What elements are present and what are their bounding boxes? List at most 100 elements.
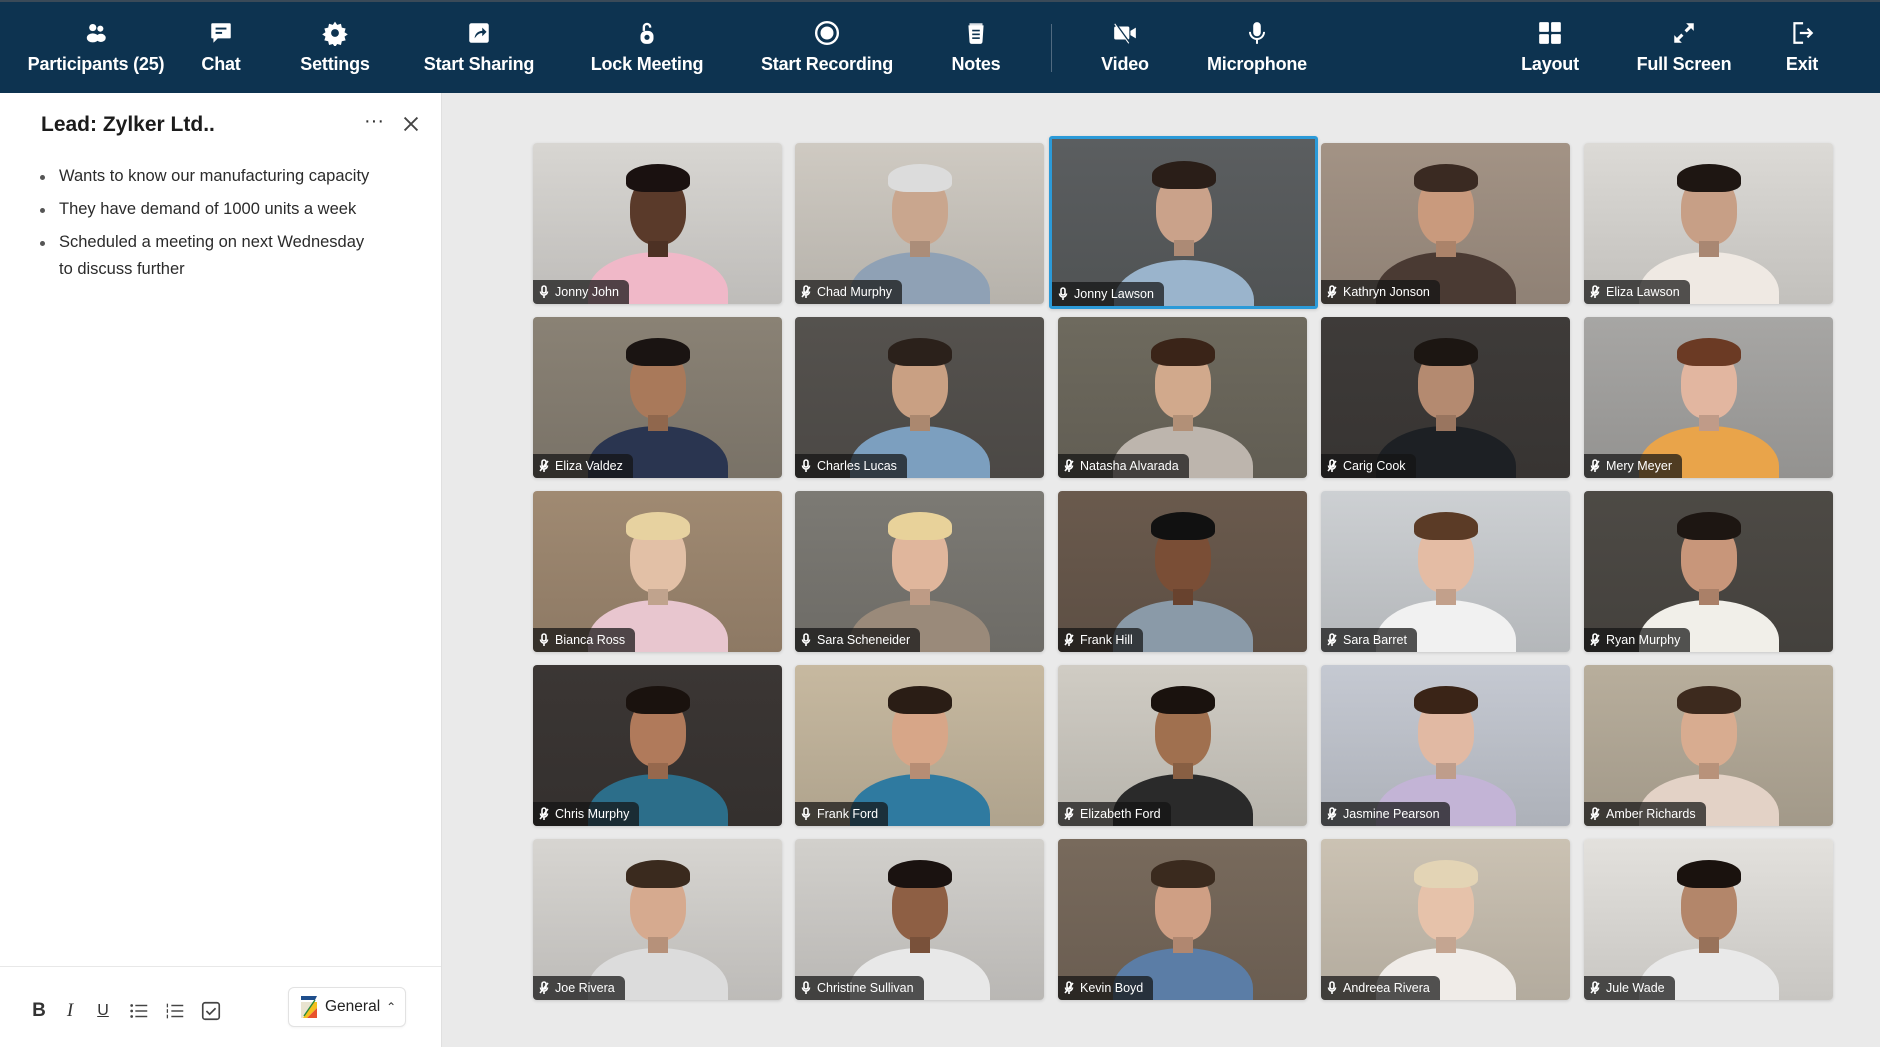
participant-tile[interactable]: Chris Murphy [533, 665, 782, 826]
participant-tile[interactable]: Kathryn Jonson [1321, 143, 1570, 304]
participant-name: Frank Ford [817, 807, 879, 821]
participant-name: Kathryn Jonson [1343, 285, 1430, 299]
participant-tile[interactable]: Frank Hill [1058, 491, 1307, 652]
grid-layout-icon [1535, 18, 1565, 48]
participant-tile[interactable]: Jule Wade [1584, 839, 1833, 1000]
mic-muted-icon [1064, 633, 1074, 646]
participant-tile[interactable]: Eliza Lawson [1584, 143, 1833, 304]
lock-meeting-button[interactable]: Lock Meeting [590, 2, 704, 95]
participant-name: Kevin Boyd [1080, 981, 1144, 995]
participant-tile[interactable]: Elizabeth Ford [1058, 665, 1307, 826]
participant-tile[interactable]: Jonny Lawson [1049, 136, 1318, 309]
participant-tile[interactable]: Bianca Ross [533, 491, 782, 652]
mic-muted-icon [1064, 459, 1074, 472]
participant-tile[interactable]: Eliza Valdez [533, 317, 782, 478]
mic-muted-icon [1327, 633, 1337, 646]
start-recording-button[interactable]: Start Recording [761, 2, 893, 95]
chat-icon [206, 18, 236, 48]
bullet-list-button[interactable] [128, 999, 150, 1023]
exit-button[interactable]: Exit [1782, 2, 1822, 95]
note-item[interactable]: Scheduled a meeting on next Wednesday to… [38, 229, 368, 283]
underline-button[interactable]: U [94, 999, 112, 1023]
participant-name-tag: Christine Sullivan [795, 976, 924, 1000]
settings-button[interactable]: Settings [296, 2, 374, 95]
participant-name: Frank Hill [1080, 633, 1133, 647]
participant-name: Carig Cook [1343, 459, 1406, 473]
participant-tile[interactable]: Chad Murphy [795, 143, 1044, 304]
mic-muted-icon [1064, 807, 1074, 820]
participant-tile[interactable]: Kevin Boyd [1058, 839, 1307, 1000]
participant-name-tag: Eliza Lawson [1584, 280, 1690, 304]
exit-icon [1787, 18, 1817, 48]
participant-tile[interactable]: Charles Lucas [795, 317, 1044, 478]
italic-button[interactable]: I [62, 999, 78, 1023]
mic-muted-icon [539, 981, 549, 994]
notes-label: Notes [951, 54, 1001, 74]
participant-name-tag: Kathryn Jonson [1321, 280, 1440, 304]
participant-name-tag: Sara Barret [1321, 628, 1417, 652]
start-sharing-button[interactable]: Start Sharing [424, 2, 534, 95]
participant-name-tag: Carig Cook [1321, 454, 1416, 478]
checklist-button[interactable] [200, 999, 222, 1023]
microphone-label: Microphone [1207, 54, 1307, 74]
participant-name-tag: Eliza Valdez [533, 454, 633, 478]
participant-tile[interactable]: Sara Barret [1321, 491, 1570, 652]
mic-muted-icon [1590, 459, 1600, 472]
participant-name-tag: Jonny Lawson [1052, 282, 1164, 306]
video-button[interactable]: Video [1094, 2, 1156, 95]
gear-icon [320, 18, 350, 48]
mic-muted-icon [1327, 459, 1337, 472]
participant-name: Ryan Murphy [1606, 633, 1681, 647]
note-item[interactable]: Wants to know our manufacturing capacity [38, 163, 418, 190]
microphone-icon [539, 633, 549, 646]
participant-tile[interactable]: Amber Richards [1584, 665, 1833, 826]
more-options-button[interactable]: ··· [360, 110, 388, 138]
participant-name-tag: Bianca Ross [533, 628, 636, 652]
notes-button[interactable]: Notes [946, 2, 1006, 95]
notes-list[interactable]: Wants to know our manufacturing capacity… [38, 163, 418, 289]
module-selected-label: General [325, 998, 381, 1015]
participant-tile[interactable]: Joe Rivera [533, 839, 782, 1000]
start-sharing-label: Start Sharing [423, 54, 535, 74]
participant-name: Charles Lucas [817, 459, 897, 473]
participant-tile[interactable]: Andreea Rivera [1321, 839, 1570, 1000]
participant-tile[interactable]: Christine Sullivan [795, 839, 1044, 1000]
participant-name: Sara Barret [1343, 633, 1407, 647]
participant-tile[interactable]: Sara Scheneider [795, 491, 1044, 652]
full-screen-button[interactable]: Full Screen [1636, 2, 1732, 95]
formatting-toolbar: B I U General ⌃ [0, 966, 441, 1047]
close-icon [403, 116, 419, 132]
participant-tile[interactable]: Jasmine Pearson [1321, 665, 1570, 826]
bold-button[interactable]: B [30, 999, 48, 1023]
participant-name-tag: Joe Rivera [533, 976, 625, 1000]
settings-label: Settings [300, 54, 370, 74]
participant-tile[interactable]: Mery Meyer [1584, 317, 1833, 478]
mic-muted-icon [1327, 285, 1337, 298]
participant-name: Eliza Valdez [555, 459, 623, 473]
participant-name-tag: Jule Wade [1584, 976, 1675, 1000]
mic-muted-icon [539, 459, 549, 472]
module-dropdown[interactable]: General ⌃ [288, 987, 406, 1027]
mic-muted-icon [1590, 285, 1600, 298]
participant-tile[interactable]: Carig Cook [1321, 317, 1570, 478]
participants-button[interactable]: Participants (25) [26, 2, 166, 95]
participant-name: Joe Rivera [555, 981, 615, 995]
note-item[interactable]: They have demand of 1000 units a week [38, 196, 418, 223]
microphone-button[interactable]: Microphone [1204, 2, 1310, 95]
participant-name-tag: Chad Murphy [795, 280, 903, 304]
microphone-icon [1058, 287, 1068, 300]
chat-button[interactable]: Chat [196, 2, 246, 95]
expand-icon [1669, 18, 1699, 48]
layout-button[interactable]: Layout [1519, 2, 1581, 95]
participant-tile[interactable]: Jonny John [533, 143, 782, 304]
participant-tile[interactable]: Natasha Alvarada [1058, 317, 1307, 478]
participant-name-tag: Frank Ford [795, 802, 889, 826]
participant-name: Mery Meyer [1606, 459, 1672, 473]
microphone-icon [539, 285, 549, 298]
participant-tile[interactable]: Frank Ford [795, 665, 1044, 826]
participant-tile[interactable]: Ryan Murphy [1584, 491, 1833, 652]
crm-logo-icon [301, 996, 317, 1018]
close-panel-button[interactable] [400, 113, 424, 137]
numbered-list-button[interactable] [164, 999, 186, 1023]
numbered-list-icon [166, 1003, 184, 1019]
